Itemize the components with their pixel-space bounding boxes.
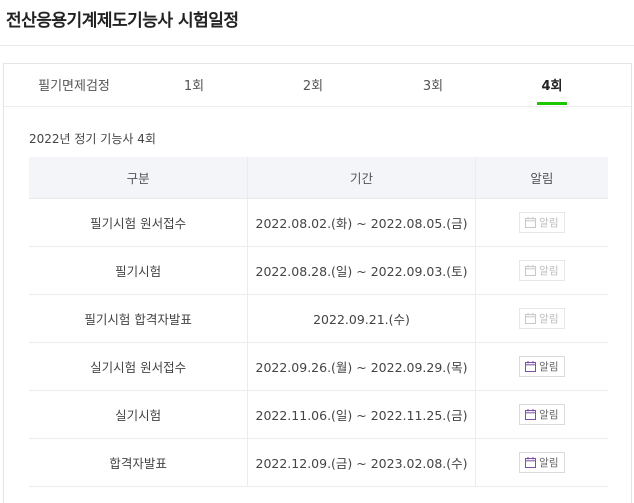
- row-period: 2022.09.21.(수): [247, 294, 476, 343]
- tab-round-4[interactable]: 4회: [541, 75, 562, 94]
- row-category: 실기시험: [29, 390, 248, 439]
- row-alarm-cell: 알림: [474, 294, 608, 343]
- row-period: 2022.12.09.(금) ~ 2023.02.08.(수): [247, 438, 476, 487]
- row-category: 필기시험 원서접수: [29, 198, 248, 247]
- schedule-table: 구분 기간 알림 필기시험 원서접수 2022.08.02.(화) ~ 2022.…: [29, 157, 608, 487]
- row-period: 2022.08.02.(화) ~ 2022.08.05.(금): [247, 198, 476, 247]
- alarm-label: 알림: [539, 409, 559, 421]
- tab-round-2[interactable]: 2회: [303, 75, 323, 94]
- header-category: 구분: [29, 157, 248, 199]
- tab-round-1[interactable]: 1회: [184, 75, 204, 94]
- table-row: 실기시험 2022.11.06.(일) ~ 2022.11.25.(금) 알림: [29, 390, 608, 439]
- row-alarm-cell: 알림: [474, 390, 608, 439]
- table-row: 필기시험 합격자발표 2022.09.21.(수) 알림: [29, 294, 608, 343]
- title-divider: [0, 45, 634, 46]
- row-alarm-cell: 알림: [474, 198, 608, 247]
- row-category: 필기시험 합격자발표: [29, 294, 248, 343]
- alarm-button: 알림: [519, 212, 565, 233]
- row-period: 2022.09.26.(월) ~ 2022.09.29.(목): [247, 342, 476, 391]
- alarm-button: 알림: [519, 308, 565, 329]
- calendar-icon: [525, 313, 537, 324]
- alarm-button[interactable]: 알림: [519, 404, 565, 425]
- alarm-label: 알림: [539, 457, 559, 469]
- table-row: 실기시험 원서접수 2022.09.26.(월) ~ 2022.09.29.(목)…: [29, 342, 608, 391]
- alarm-label: 알림: [539, 313, 559, 325]
- alarm-label: 알림: [539, 361, 559, 373]
- alarm-label: 알림: [539, 217, 559, 229]
- row-alarm-cell: 알림: [474, 342, 608, 391]
- row-period: 2022.11.06.(일) ~ 2022.11.25.(금): [247, 390, 476, 439]
- tab-written-exemption[interactable]: 필기면제검정: [38, 75, 110, 94]
- page-title: 전산응용기계제도기능사 시험일정: [6, 11, 239, 31]
- tab-round-3[interactable]: 3회: [423, 75, 443, 94]
- calendar-icon: [525, 457, 537, 468]
- alarm-button[interactable]: 알림: [519, 356, 565, 377]
- schedule-panel: 필기면제검정 1회 2회 3회 4회 2022년 정기 기능사 4회 구분 기간…: [3, 63, 632, 503]
- row-period: 2022.08.28.(일) ~ 2022.09.03.(토): [247, 246, 476, 295]
- row-category: 필기시험: [29, 246, 248, 295]
- header-alarm: 알림: [474, 157, 608, 199]
- table-header-row: 구분 기간 알림: [29, 157, 608, 199]
- round-tabs: 필기면제검정 1회 2회 3회 4회: [4, 64, 631, 107]
- row-alarm-cell: 알림: [474, 246, 608, 295]
- table-row: 필기시험 원서접수 2022.08.02.(화) ~ 2022.08.05.(금)…: [29, 198, 608, 247]
- active-tab-indicator: [537, 102, 567, 105]
- calendar-icon: [525, 265, 537, 276]
- header-period: 기간: [247, 157, 476, 199]
- section-subtitle: 2022년 정기 기능사 4회: [29, 132, 156, 146]
- row-category: 실기시험 원서접수: [29, 342, 248, 391]
- alarm-button: 알림: [519, 260, 565, 281]
- row-alarm-cell: 알림: [474, 438, 608, 487]
- alarm-label: 알림: [539, 265, 559, 277]
- table-row: 합격자발표 2022.12.09.(금) ~ 2023.02.08.(수) 알림: [29, 438, 608, 487]
- calendar-icon: [525, 361, 537, 372]
- alarm-button[interactable]: 알림: [519, 452, 565, 473]
- calendar-icon: [525, 217, 537, 228]
- table-row: 필기시험 2022.08.28.(일) ~ 2022.09.03.(토) 알림: [29, 246, 608, 295]
- calendar-icon: [525, 409, 537, 420]
- row-category: 합격자발표: [29, 438, 248, 487]
